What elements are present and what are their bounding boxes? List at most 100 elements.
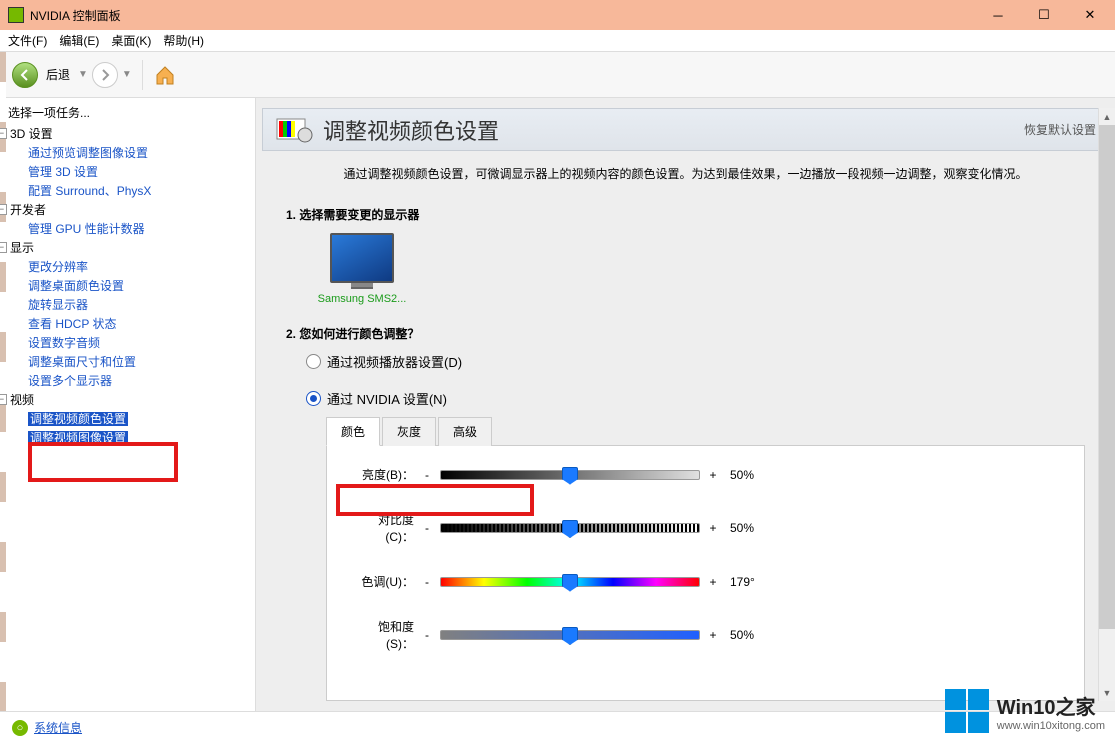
- slider-thumb[interactable]: [562, 520, 578, 538]
- slider-track[interactable]: [440, 470, 700, 480]
- tree-link[interactable]: 调整桌面尺寸和位置: [28, 355, 136, 369]
- forward-button[interactable]: [92, 62, 118, 88]
- scroll-up-icon[interactable]: ▲: [1099, 108, 1115, 125]
- minus-icon: -: [420, 521, 434, 535]
- tree-link[interactable]: 调整桌面颜色设置: [28, 279, 124, 293]
- tree-link[interactable]: 设置多个显示器: [28, 374, 112, 388]
- radio-nvidia[interactable]: 通过 NVIDIA 设置(N): [306, 389, 1085, 408]
- section-2-title: 2. 您如何进行颜色调整？: [286, 325, 1085, 342]
- nvidia-icon: [8, 7, 24, 23]
- slider-label: 饱和度(S)：: [352, 618, 420, 652]
- close-button[interactable]: ✕: [1067, 0, 1113, 30]
- tree-link[interactable]: 旋转显示器: [28, 298, 88, 312]
- slider-value: 50%: [720, 468, 770, 482]
- sidebar: 选择一项任务... −3D 设置 通过预览调整图像设置 管理 3D 设置 配置 …: [0, 98, 255, 711]
- slider-value: 50%: [720, 521, 770, 535]
- main-panel: 调整视频颜色设置 恢复默认设置 通过调整视频颜色设置，可微调显示器上的视频内容的…: [255, 98, 1115, 711]
- minus-icon: -: [420, 628, 434, 642]
- plus-icon: +: [706, 575, 720, 589]
- tree-link[interactable]: 查看 HDCP 状态: [28, 317, 116, 331]
- task-label: 选择一项任务...: [8, 104, 247, 121]
- minus-icon: -: [420, 468, 434, 482]
- tab-gamma[interactable]: 灰度: [382, 417, 436, 446]
- restore-defaults-link[interactable]: 恢复默认设置: [1024, 121, 1096, 138]
- toolbar: 后退 ▼ ▼: [0, 52, 1115, 98]
- slider-label: 色调(U)：: [352, 573, 420, 590]
- slider-row: 色调(U)：- +179°: [352, 573, 1059, 590]
- slider-thumb[interactable]: [562, 574, 578, 592]
- radio-icon: [306, 391, 321, 406]
- tree-cat-3d: 3D 设置: [10, 127, 53, 141]
- tree-link[interactable]: 更改分辨率: [28, 260, 88, 274]
- minimize-button[interactable]: ─: [975, 0, 1021, 30]
- tree-link[interactable]: 管理 GPU 性能计数器: [28, 222, 145, 236]
- back-button[interactable]: [12, 62, 38, 88]
- slider-track[interactable]: [440, 630, 700, 640]
- watermark-title: Win10之家: [997, 691, 1105, 720]
- tree-cat-display: 显示: [10, 241, 34, 255]
- tree-link[interactable]: 管理 3D 设置: [28, 165, 98, 179]
- tree-link[interactable]: 通过预览调整图像设置: [28, 146, 148, 160]
- tree-link[interactable]: 调整视频图像设置: [28, 431, 128, 445]
- forward-chevron-icon[interactable]: ▼: [122, 69, 132, 80]
- titlebar: NVIDIA 控制面板 ─ ☐ ✕: [0, 0, 1115, 30]
- minus-icon: -: [420, 575, 434, 589]
- tabs: 颜色 灰度 高级: [326, 416, 1085, 446]
- radio-icon: [306, 354, 321, 369]
- plus-icon: +: [706, 468, 720, 482]
- collapse-icon[interactable]: −: [0, 242, 7, 253]
- windows-logo-icon: [945, 689, 989, 733]
- sliders-panel: 亮度(B)：-+50%对比度(C)：-+50%色调(U)：-+179°饱和度(S…: [326, 446, 1085, 701]
- nav-tree: −3D 设置 通过预览调整图像设置 管理 3D 设置 配置 Surround、P…: [8, 125, 247, 448]
- monitor-item[interactable]: Samsung SMS2...: [314, 233, 410, 305]
- menu-file[interactable]: 文件(F): [8, 32, 47, 49]
- slider-label: 对比度(C)：: [352, 511, 420, 545]
- tab-color[interactable]: 颜色: [326, 417, 380, 446]
- back-label: 后退: [46, 66, 70, 83]
- slider-value: 179°: [720, 575, 770, 589]
- plus-icon: +: [706, 521, 720, 535]
- slider-track[interactable]: [440, 523, 700, 533]
- tab-advanced[interactable]: 高级: [438, 417, 492, 446]
- menu-help[interactable]: 帮助(H): [163, 32, 204, 49]
- system-info-link[interactable]: 系统信息: [34, 719, 82, 736]
- window-title: NVIDIA 控制面板: [30, 7, 975, 24]
- monitor-icon: [330, 233, 394, 283]
- scroll-thumb[interactable]: [1099, 125, 1115, 629]
- slider-track[interactable]: [440, 577, 700, 587]
- monitor-label: Samsung SMS2...: [314, 293, 410, 305]
- menu-desktop[interactable]: 桌面(K): [111, 32, 151, 49]
- scrollbar[interactable]: ▲ ▼: [1098, 108, 1115, 701]
- maximize-button[interactable]: ☐: [1021, 0, 1067, 30]
- tree-cat-video: 视频: [10, 393, 34, 407]
- header-icon: [275, 115, 313, 145]
- slider-label: 亮度(B)：: [352, 466, 420, 483]
- page-title: 调整视频颜色设置: [323, 114, 1024, 146]
- watermark-url: www.win10xitong.com: [997, 720, 1105, 732]
- watermark: Win10之家 www.win10xitong.com: [945, 689, 1105, 733]
- page-description: 通过调整视频颜色设置，可微调显示器上的视频内容的颜色设置。为达到最佳效果，一边播…: [256, 151, 1115, 196]
- menubar: 文件(F) 编辑(E) 桌面(K) 帮助(H): [0, 30, 1115, 52]
- slider-thumb[interactable]: [562, 627, 578, 645]
- menu-edit[interactable]: 编辑(E): [59, 32, 99, 49]
- home-icon[interactable]: [153, 63, 177, 87]
- back-chevron-icon[interactable]: ▼: [78, 69, 88, 80]
- slider-row: 饱和度(S)：-+50%: [352, 618, 1059, 652]
- toolbar-divider: [142, 60, 143, 90]
- radio-player-label: 通过视频播放器设置(D): [327, 352, 462, 371]
- collapse-icon[interactable]: −: [0, 394, 7, 405]
- slider-thumb[interactable]: [562, 467, 578, 485]
- radio-nvidia-label: 通过 NVIDIA 设置(N): [327, 389, 447, 408]
- radio-player[interactable]: 通过视频播放器设置(D): [306, 352, 1085, 371]
- page-header: 调整视频颜色设置 恢复默认设置: [262, 108, 1109, 151]
- collapse-icon[interactable]: −: [0, 128, 7, 139]
- tree-link-selected[interactable]: 调整视频颜色设置: [28, 412, 128, 426]
- section-1-title: 1. 选择需要变更的显示器: [286, 206, 1085, 223]
- tree-link[interactable]: 配置 Surround、PhysX: [28, 184, 151, 198]
- collapse-icon[interactable]: −: [0, 204, 7, 215]
- plus-icon: +: [706, 628, 720, 642]
- tree-cat-dev: 开发者: [10, 203, 46, 217]
- info-icon: ○: [12, 720, 28, 736]
- tree-link[interactable]: 设置数字音频: [28, 336, 100, 350]
- slider-row: 亮度(B)：- +50%: [352, 466, 1059, 483]
